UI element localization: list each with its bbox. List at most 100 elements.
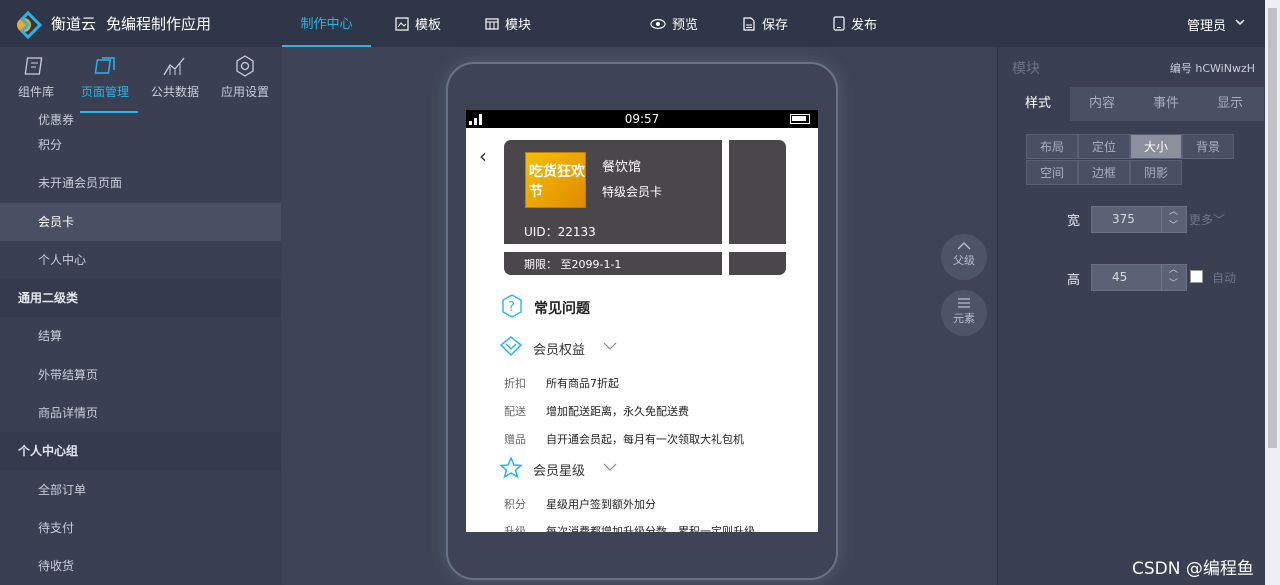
segment-layout[interactable]: 布局 xyxy=(1026,134,1078,159)
nav-template-label: 模板 xyxy=(415,18,442,33)
tab-page-management-label: 页面管理 xyxy=(80,85,129,99)
top-bar: 衡道云 免编程制作应用 制作中心 模板 模块 预览 保存 发布 管理员 xyxy=(0,0,1265,47)
tab-events[interactable]: 事件 xyxy=(1134,87,1198,121)
user-uid: UID：22133 xyxy=(524,225,596,239)
segment-background[interactable]: 背景 xyxy=(1182,134,1234,159)
benefit-label: 折扣 xyxy=(504,377,526,390)
nav-preview[interactable]: 预览 xyxy=(650,0,698,47)
parent-button[interactable]: 父级 xyxy=(941,234,987,280)
phone-screen: 09:57 ‹ 吃货狂欢节 餐饮馆 特级会员卡 UID：22133 期限： 至2… xyxy=(466,110,818,532)
height-value: 45 xyxy=(1112,270,1128,284)
thumb-text: 吃货狂欢节 xyxy=(529,164,585,200)
admin-menu[interactable]: 管理员 xyxy=(1187,15,1226,34)
shop-name: 餐饮馆 xyxy=(602,160,642,175)
element-button-label: 元素 xyxy=(953,312,975,325)
chevron-down-icon[interactable] xyxy=(603,462,617,472)
diamond-icon xyxy=(499,336,523,357)
sidebar-item-pending-receipt[interactable]: 待收货 xyxy=(0,547,281,585)
width-stepper[interactable] xyxy=(1161,200,1186,239)
sidebar-item-product-detail[interactable]: 商品详情页 xyxy=(0,394,281,432)
benefit-label: 赠品 xyxy=(504,433,526,446)
sidebar-item-member-card[interactable]: 会员卡 xyxy=(0,202,281,241)
more-label: 更多 xyxy=(1189,213,1214,227)
nav-make-center[interactable]: 制作中心 xyxy=(282,0,371,47)
svg-text:?: ? xyxy=(508,300,515,315)
logo-icon xyxy=(17,10,43,39)
back-icon[interactable]: ‹ xyxy=(479,144,487,168)
section-benefits-title[interactable]: 会员权益 xyxy=(533,339,585,358)
nav-preview-label: 预览 xyxy=(672,18,699,33)
star-label: 升级 xyxy=(504,525,526,532)
properties-panel: 模块 编号 hCWiNwzH 样式 内容 事件 显示 布局 定位 大小 背景 空… xyxy=(997,47,1265,585)
card-expiry-bar-right xyxy=(729,252,786,275)
nav-publish[interactable]: 发布 xyxy=(833,0,877,47)
shop-thumbnail: 吃货狂欢节 xyxy=(525,152,586,208)
more-link[interactable]: 更多﹀ xyxy=(1189,211,1225,228)
sidebar-item-profile[interactable]: 个人中心 xyxy=(0,241,281,279)
nav-module[interactable]: 模块 xyxy=(485,0,531,47)
image-icon xyxy=(395,16,409,31)
sidebar-item-points[interactable]: 积分 xyxy=(0,126,281,164)
sidebar-group-general[interactable]: 通用二级类 xyxy=(0,279,281,318)
panel-title: 模块 xyxy=(1012,61,1040,77)
nav-publish-label: 发布 xyxy=(851,18,878,33)
list-icon xyxy=(958,298,970,308)
tab-components[interactable]: 组件库 xyxy=(6,55,66,100)
height-stepper[interactable] xyxy=(1161,258,1186,297)
section-star-title[interactable]: 会员星级 xyxy=(533,460,585,479)
benefit-text: 增加配送距离，永久免配送费 xyxy=(546,405,689,418)
brand-name: 衡道云 xyxy=(51,15,97,33)
width-input[interactable]: 375 xyxy=(1091,200,1187,239)
signal-icon xyxy=(469,114,482,125)
card-level: 特级会员卡 xyxy=(602,185,663,199)
tab-app-settings[interactable]: 应用设置 xyxy=(215,55,275,100)
segment-spacing[interactable]: 空间 xyxy=(1026,160,1078,185)
sidebar-item-pending-payment[interactable]: 待支付 xyxy=(0,509,281,547)
height-input[interactable]: 45 xyxy=(1091,258,1187,297)
segment-position[interactable]: 定位 xyxy=(1078,134,1130,159)
benefit-text: 所有商品7折起 xyxy=(546,377,619,390)
module-id: 编号 hCWiNwzH xyxy=(1169,62,1255,75)
card-expiry: 期限： 至2099-1-1 xyxy=(524,258,622,271)
nav-save[interactable]: 保存 xyxy=(742,0,788,47)
tab-page-management[interactable]: 页面管理 xyxy=(75,55,138,113)
sidebar-group-profile[interactable]: 个人中心组 xyxy=(0,432,281,471)
watermark: CSDN @编程鱼 xyxy=(1132,559,1254,579)
question-icon: ? xyxy=(502,294,522,318)
member-card-right xyxy=(729,140,786,244)
nav-save-label: 保存 xyxy=(762,18,789,33)
chevron-down-icon[interactable] xyxy=(603,341,617,351)
element-button[interactable]: 元素 xyxy=(941,290,987,336)
tab-public-data[interactable]: 公共数据 xyxy=(145,55,205,100)
gear-icon xyxy=(236,55,254,77)
tab-content[interactable]: 内容 xyxy=(1070,87,1134,121)
tab-style[interactable]: 样式 xyxy=(1006,87,1070,121)
brand-subtitle: 免编程制作应用 xyxy=(106,15,212,33)
eye-icon xyxy=(650,18,666,29)
tab-display[interactable]: 显示 xyxy=(1198,87,1262,121)
sidebar: 优惠券 积分 未开通会员页面 会员卡 个人中心 通用二级类 结算 外带结算页 商… xyxy=(0,47,281,585)
chevron-down-icon[interactable] xyxy=(1234,14,1246,30)
nav-template[interactable]: 模板 xyxy=(395,0,441,47)
segment-border[interactable]: 边框 xyxy=(1078,160,1130,185)
scrollbar[interactable] xyxy=(1265,0,1280,585)
benefit-label: 配送 xyxy=(504,405,526,418)
sidebar-item-all-orders[interactable]: 全部订单 xyxy=(0,471,281,509)
segment-shadow[interactable]: 阴影 xyxy=(1130,160,1182,185)
phone-icon xyxy=(833,16,845,31)
sidebar-item-non-member[interactable]: 未开通会员页面 xyxy=(0,164,281,202)
sidebar-item-takeout-checkout[interactable]: 外带结算页 xyxy=(0,356,281,394)
chart-icon xyxy=(163,57,185,76)
panel-tabs: 样式 内容 事件 显示 xyxy=(1006,87,1264,121)
width-value: 375 xyxy=(1112,212,1135,226)
auto-checkbox[interactable] xyxy=(1190,270,1203,283)
member-card[interactable]: 吃货狂欢节 餐饮馆 特级会员卡 UID：22133 xyxy=(504,140,722,244)
faq-title: 常见问题 xyxy=(534,301,590,317)
chevron-up-icon xyxy=(957,242,971,250)
tab-app-settings-label: 应用设置 xyxy=(220,85,269,99)
segment-size[interactable]: 大小 xyxy=(1130,134,1182,159)
auto-label: 自动 xyxy=(1212,271,1237,285)
sidebar-item-checkout[interactable]: 结算 xyxy=(0,317,281,355)
battery-icon xyxy=(790,114,810,124)
scrollbar-thumb[interactable] xyxy=(1268,8,1277,448)
